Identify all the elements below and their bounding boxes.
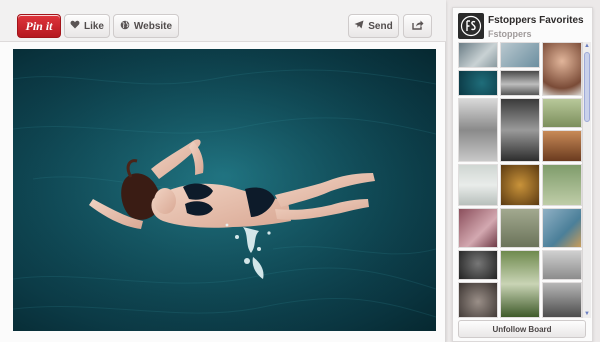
- share-button[interactable]: [403, 14, 432, 38]
- website-label: Website: [133, 20, 173, 32]
- board-thumbnail[interactable]: [542, 282, 582, 318]
- paper-plane-icon: [354, 20, 364, 32]
- pin-toolbar: Pin it Like Website Send: [0, 0, 446, 42]
- scrollbar-thumb[interactable]: [584, 52, 590, 122]
- board-thumbnail[interactable]: [500, 70, 540, 96]
- board-avatar[interactable]: [458, 13, 484, 39]
- board-thumbnail[interactable]: [500, 164, 540, 206]
- unfollow-board-label: Unfollow Board: [492, 324, 552, 334]
- board-thumbnail[interactable]: [458, 282, 498, 318]
- pin-it-label: Pin it: [25, 18, 53, 33]
- board-thumbnail[interactable]: [542, 208, 582, 248]
- board-thumbnail[interactable]: [500, 250, 540, 318]
- board-thumbnail[interactable]: [458, 98, 498, 162]
- board-thumbnail[interactable]: [500, 42, 540, 68]
- board-thumbnail[interactable]: [458, 70, 498, 96]
- board-thumbnail[interactable]: [500, 208, 540, 248]
- globe-icon: [120, 20, 130, 33]
- send-button[interactable]: Send: [348, 14, 399, 38]
- like-label: Like: [83, 20, 104, 32]
- board-panel: Fstoppers Favorites Fstoppers ▲ ▼ Unfoll…: [452, 7, 593, 342]
- like-button[interactable]: Like: [64, 14, 110, 38]
- website-button[interactable]: Website: [113, 14, 179, 38]
- send-label: Send: [368, 20, 393, 32]
- board-thumbnail[interactable]: [458, 250, 498, 280]
- unfollow-board-button[interactable]: Unfollow Board: [458, 320, 586, 338]
- board-scrollbar[interactable]: ▲ ▼: [582, 42, 591, 318]
- board-thumbnail[interactable]: [542, 164, 582, 206]
- board-thumbnail[interactable]: [542, 250, 582, 280]
- board-thumbnail[interactable]: [542, 42, 582, 96]
- scroll-down-icon[interactable]: ▼: [583, 310, 591, 318]
- scroll-up-icon[interactable]: ▲: [583, 42, 591, 50]
- board-thumbnails: [458, 42, 582, 318]
- heart-icon: [70, 20, 80, 32]
- board-title[interactable]: Fstoppers Favorites: [488, 15, 584, 26]
- board-thumbnail[interactable]: [458, 164, 498, 206]
- board-thumbnail[interactable]: [458, 208, 498, 248]
- board-owner[interactable]: Fstoppers: [488, 29, 532, 39]
- pin-it-button[interactable]: Pin it: [17, 14, 61, 38]
- board-thumbnail[interactable]: [500, 98, 540, 162]
- share-arrow-icon: [411, 20, 424, 33]
- board-thumbnail[interactable]: [542, 98, 582, 128]
- pin-image[interactable]: [13, 49, 436, 331]
- pin-panel: Pin it Like Website Send: [0, 0, 446, 342]
- board-thumbnail[interactable]: [458, 42, 498, 68]
- board-thumbnail[interactable]: [542, 130, 582, 162]
